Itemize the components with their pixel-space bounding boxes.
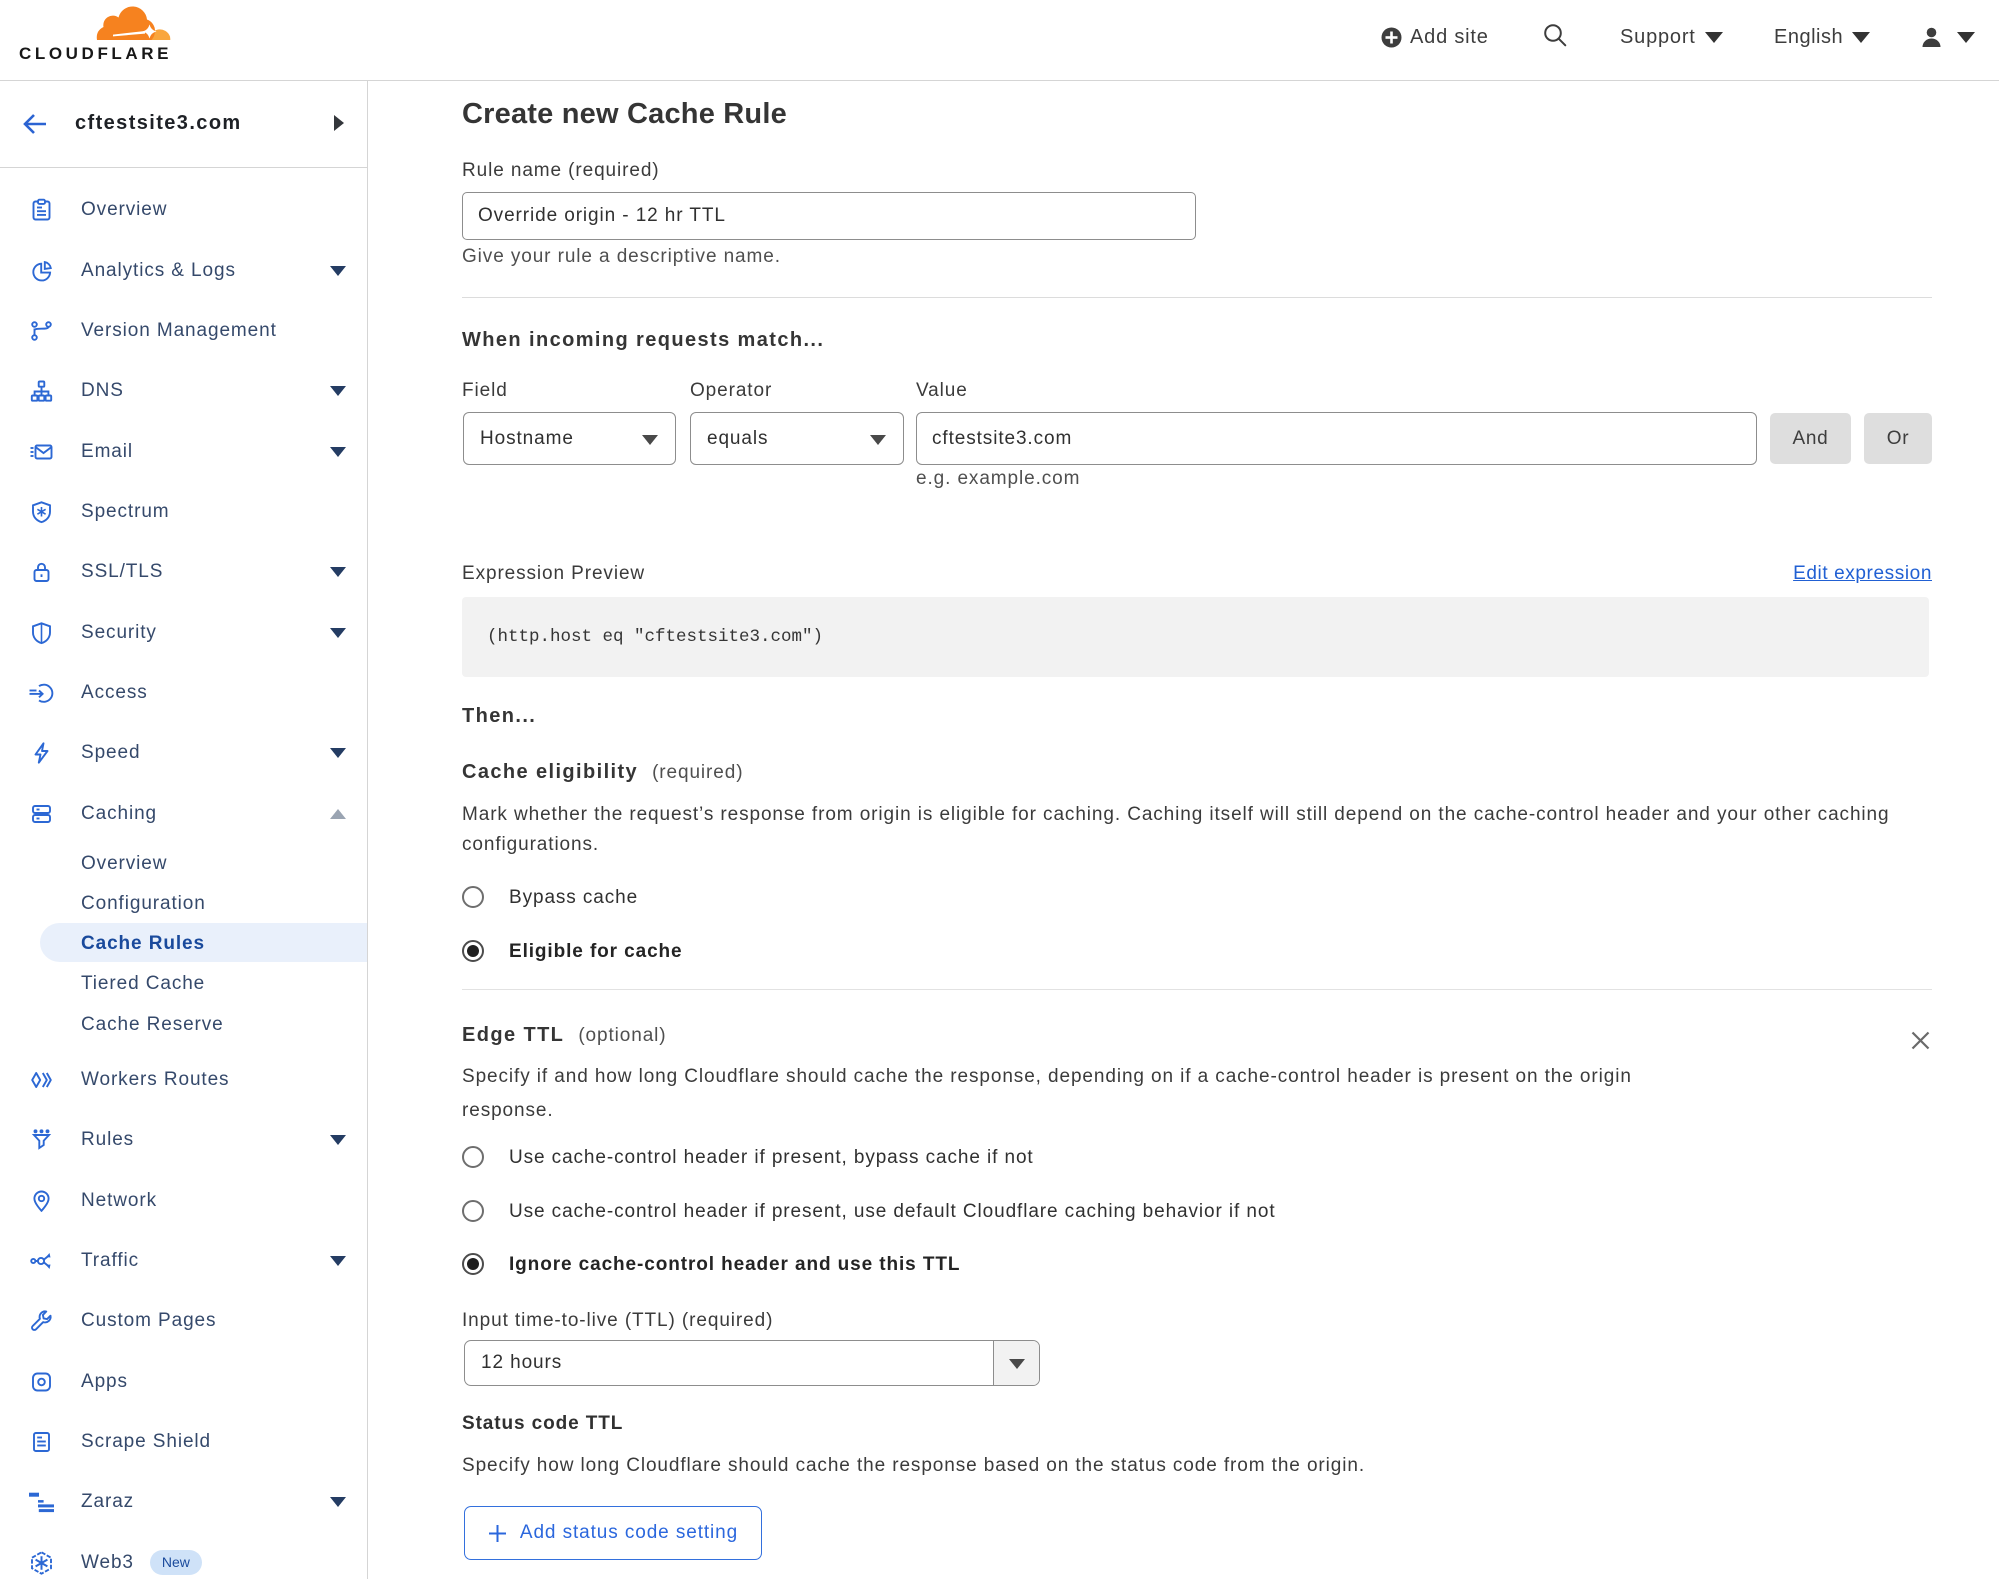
svg-text:CLOUDFLARE: CLOUDFLARE (19, 44, 171, 63)
